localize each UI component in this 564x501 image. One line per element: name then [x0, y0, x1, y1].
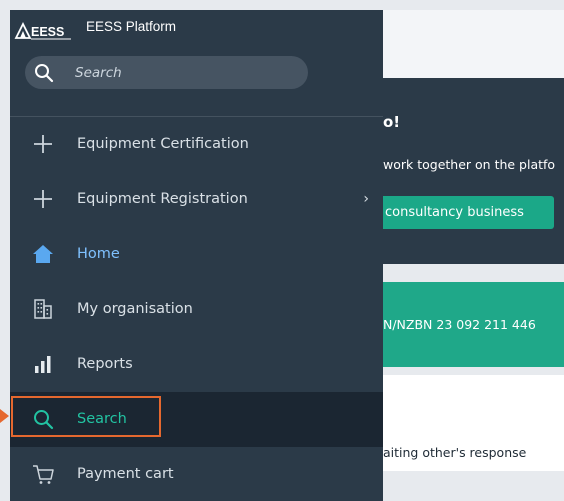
nav-item-equipment-registration[interactable]: Equipment Registration ›: [10, 172, 383, 227]
nav-label: Equipment Registration: [77, 191, 248, 207]
logo-text: EESS: [31, 25, 64, 39]
nav-item-my-organisation[interactable]: My organisation: [10, 282, 383, 337]
brand: EESS EESS Platform: [10, 10, 383, 50]
nav-item-equipment-certification[interactable]: Equipment Certification: [10, 117, 383, 172]
consultancy-button[interactable]: consultancy business: [383, 196, 554, 229]
status-card: aiting other's response: [383, 375, 564, 471]
status-text: aiting other's response: [383, 445, 527, 460]
plus-icon: [34, 190, 52, 208]
plus-icon: [34, 135, 52, 153]
nav-label: Reports: [77, 356, 133, 372]
sidebar: EESS EESS Platform Equipment Certificati…: [10, 10, 383, 501]
cart-icon: [33, 465, 54, 484]
nav-item-search[interactable]: Search: [10, 392, 383, 447]
search-bar[interactable]: [25, 56, 308, 89]
nav-label: My organisation: [77, 301, 193, 317]
nav-label: Home: [77, 246, 120, 262]
app-name: EESS Platform: [86, 19, 177, 34]
search-icon: [35, 64, 54, 83]
nav-item-reports[interactable]: Reports: [10, 337, 383, 392]
nav-item-home[interactable]: Home: [10, 227, 383, 282]
banner-text: work together on the platfo: [383, 157, 556, 172]
nav-item-payment-cart[interactable]: Payment cart: [10, 447, 383, 501]
highlight-arrow-icon: [0, 409, 9, 423]
search-input[interactable]: [75, 56, 295, 89]
chevron-right-icon: ›: [363, 191, 369, 207]
nav-label: Search: [77, 411, 127, 427]
welcome-banner: o! work together on the platfo consultan…: [383, 78, 564, 264]
nzbn-card: N/NZBN 23 092 211 446: [383, 282, 564, 367]
top-bar: [383, 10, 564, 78]
eess-logo: EESS: [14, 21, 71, 40]
banner-heading: o!: [383, 113, 401, 131]
bar-chart-icon: [35, 356, 51, 373]
building-icon: [34, 299, 52, 319]
spacer: [383, 264, 564, 282]
search-icon: [34, 410, 54, 430]
home-icon: [33, 245, 53, 263]
nav-label: Equipment Certification: [77, 136, 249, 152]
nav-label: Payment cart: [77, 466, 174, 482]
spacer: [383, 367, 564, 375]
